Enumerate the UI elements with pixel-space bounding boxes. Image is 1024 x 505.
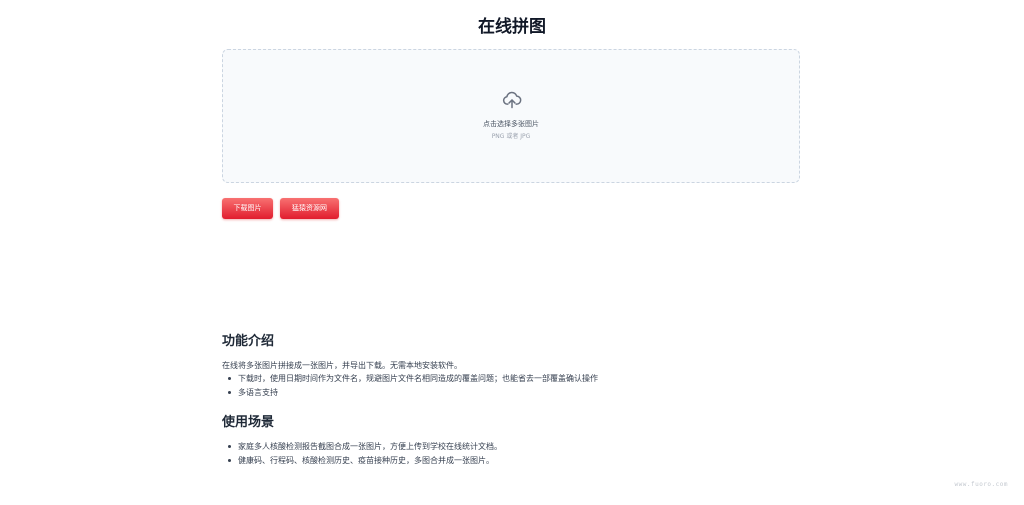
bullet-dot [228,445,231,448]
page: 在线拼图 点击选择多张图片 PNG 或者 JPG 下载图片 猛猿资源网 功能介绍… [0,0,1024,505]
download-button[interactable]: 下载图片 [222,198,273,219]
page-title: 在线拼图 [478,17,546,37]
list-item-text: 健康码、行程码、核酸检测历史、疫苗接种历史，多图合并成一张图片。 [238,455,494,465]
intro-feature-list: 下载时，使用日期时间作为文件名，规避图片文件名相同造成的覆盖问题；也能省去一部覆… [222,372,598,399]
site-watermark: www.fuoro.com [954,481,1008,488]
list-item-text: 下载时，使用日期时间作为文件名，规避图片文件名相同造成的覆盖问题；也能省去一部覆… [238,374,598,383]
cloud-upload-icon [502,91,522,109]
upload-prompt: 点击选择多张图片 [483,120,539,128]
bullet-dot [228,458,231,462]
usage-list: 家庭多人核酸检测报告截图合成一张图片，方便上传到学校在线统计文档。 健康码、行程… [222,440,502,467]
list-item: 下载时，使用日期时间作为文件名，规避图片文件名相同造成的覆盖问题；也能省去一部覆… [222,372,598,386]
list-item: 多语言支持 [222,386,598,400]
intro-summary: 在线将多张图片拼接成一张图片，并导出下载。无需本地安装软件。 [222,361,462,370]
bullet-dot [228,377,231,380]
list-item: 家庭多人核酸检测报告截图合成一张图片，方便上传到学校在线统计文档。 [222,440,502,454]
source-site-button[interactable]: 猛猿资源网 [280,198,339,219]
intro-heading: 功能介绍 [222,334,275,349]
upload-formats-hint: PNG 或者 JPG [491,133,531,140]
bullet-dot [228,390,231,394]
usage-heading: 使用场景 [222,415,275,430]
upload-dropzone[interactable] [222,49,800,183]
list-item-text: 家庭多人核酸检测报告截图合成一张图片，方便上传到学校在线统计文档。 [238,442,502,451]
list-item-text: 多语言支持 [238,387,278,397]
list-item: 健康码、行程码、核酸检测历史、疫苗接种历史，多图合并成一张图片。 [222,454,502,468]
